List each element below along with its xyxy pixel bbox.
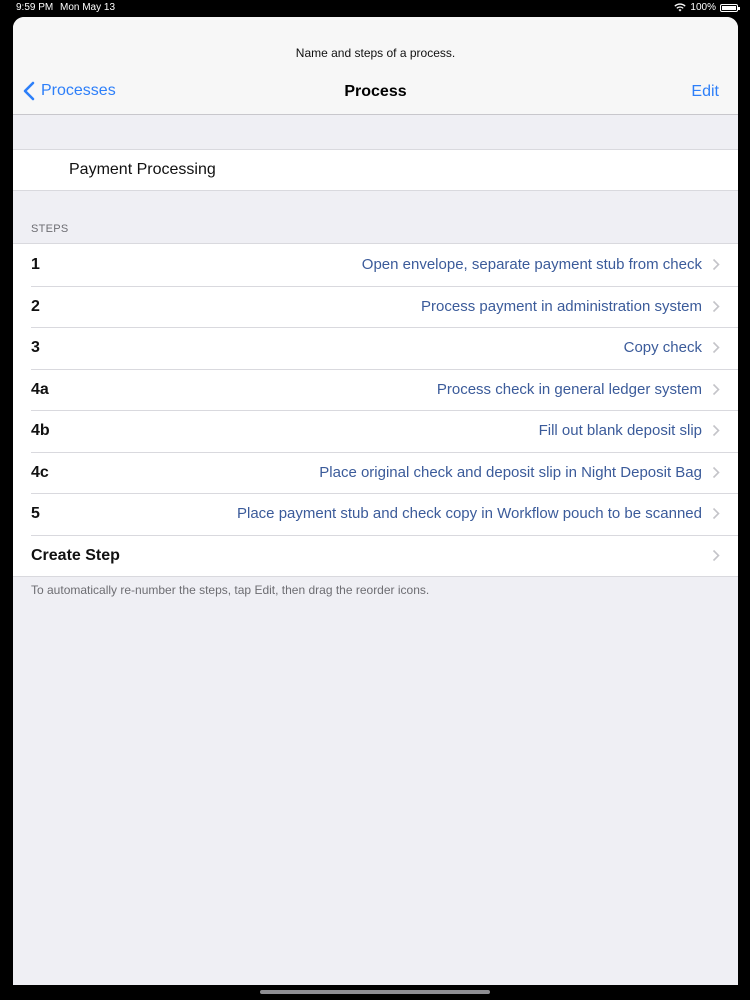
step-description: Place original check and deposit slip in… bbox=[319, 463, 702, 481]
status-right: 100% bbox=[674, 2, 740, 13]
step-row[interactable]: 1 Open envelope, separate payment stub f… bbox=[13, 244, 738, 286]
page-title: Process bbox=[344, 83, 407, 100]
create-step-label: Create Step bbox=[31, 546, 120, 564]
chevron-right-icon bbox=[712, 258, 720, 271]
step-description: Process check in general ledger system bbox=[436, 380, 702, 398]
step-number: 2 bbox=[31, 297, 40, 315]
nav-prompt: Name and steps of a process. bbox=[295, 46, 456, 60]
battery-percent: 100% bbox=[690, 2, 716, 13]
step-description: Place payment stub and check copy in Wor… bbox=[237, 505, 702, 522]
step-row[interactable]: 4a Process check in general ledger syste… bbox=[13, 368, 738, 411]
steps-list: 1 Open envelope, separate payment stub f… bbox=[13, 243, 738, 577]
navigation-bar: Name and steps of a process. Processes P… bbox=[13, 17, 738, 115]
status-time: 9:59 PM bbox=[16, 2, 54, 13]
steps-section-header: STEPS bbox=[31, 223, 69, 235]
step-row[interactable]: 2 Process payment in administration syst… bbox=[13, 285, 738, 328]
edit-button[interactable]: Edit bbox=[691, 83, 719, 101]
process-name-field[interactable]: Payment Processing bbox=[13, 149, 738, 191]
step-number: 3 bbox=[31, 339, 40, 356]
step-description: Copy check bbox=[623, 339, 702, 356]
chevron-right-icon bbox=[712, 341, 720, 354]
step-row[interactable]: 5 Place payment stub and check copy in W… bbox=[13, 493, 738, 535]
battery-icon bbox=[720, 3, 740, 12]
status-bar: 9:59 PM Mon May 13 100% bbox=[0, 0, 750, 16]
step-description: Fill out blank deposit slip bbox=[538, 422, 702, 439]
process-sheet: Name and steps of a process. Processes P… bbox=[13, 17, 738, 985]
step-row[interactable]: 3 Copy check bbox=[13, 327, 738, 369]
step-number: 4b bbox=[31, 422, 50, 439]
footer-note: To automatically re-number the steps, ta… bbox=[31, 583, 430, 597]
process-name-value: Payment Processing bbox=[69, 161, 216, 178]
step-number: 5 bbox=[31, 505, 40, 522]
chevron-right-icon bbox=[712, 383, 720, 395]
chevron-right-icon bbox=[712, 424, 720, 437]
step-number: 4c bbox=[31, 463, 49, 481]
chevron-right-icon bbox=[712, 300, 720, 312]
chevron-right-icon bbox=[712, 507, 720, 520]
chevron-right-icon bbox=[712, 466, 720, 478]
status-date: Mon May 13 bbox=[60, 2, 116, 13]
create-step-row[interactable]: Create Step bbox=[13, 534, 738, 577]
chevron-right-icon bbox=[712, 549, 720, 561]
home-indicator[interactable] bbox=[260, 990, 490, 994]
step-number: 4a bbox=[31, 380, 49, 398]
step-number: 1 bbox=[31, 256, 40, 273]
step-row[interactable]: 4c Place original check and deposit slip… bbox=[13, 451, 738, 494]
step-description: Open envelope, separate payment stub fro… bbox=[361, 256, 702, 273]
step-row[interactable]: 4b Fill out blank deposit slip bbox=[13, 410, 738, 452]
step-description: Process payment in administration system bbox=[421, 297, 702, 315]
wifi-icon bbox=[674, 3, 687, 12]
